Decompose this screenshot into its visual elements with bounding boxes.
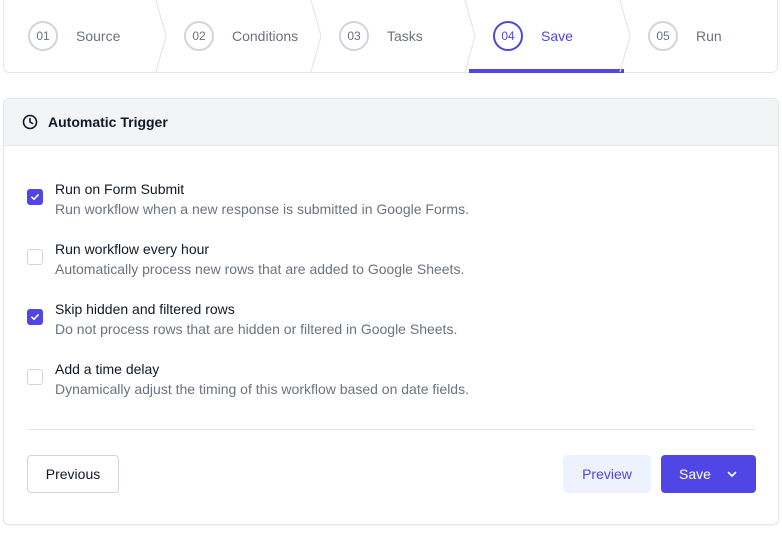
step-run[interactable]: 05 Run <box>624 0 779 72</box>
option-checkbox[interactable] <box>27 369 43 385</box>
step-label: Source <box>76 28 121 44</box>
check-icon <box>30 313 39 321</box>
option-description: Run workflow when a new response is subm… <box>55 201 469 217</box>
step-number: 05 <box>648 21 678 51</box>
step-save[interactable]: 04 Save <box>469 0 624 73</box>
option-checkbox[interactable] <box>27 249 43 265</box>
option-title: Run on Form Submit <box>55 181 185 197</box>
option-title: Add a time delay <box>55 361 160 377</box>
step-separator-icon <box>154 0 168 72</box>
card-title: Automatic Trigger <box>48 114 168 130</box>
automatic-trigger-card: Automatic Trigger Run on Form Submit Run… <box>3 98 779 525</box>
step-label: Conditions <box>232 28 299 44</box>
option-title: Skip hidden and filtered rows <box>55 301 235 317</box>
previous-button[interactable]: Previous <box>27 455 119 493</box>
step-source[interactable]: 01 Source <box>4 0 160 72</box>
step-label: Save <box>541 28 573 44</box>
option-checkbox[interactable] <box>27 309 43 325</box>
check-icon <box>30 193 39 201</box>
option-add-time-delay[interactable]: Add a time delay Dynamically adjust the … <box>27 361 727 401</box>
step-separator-icon <box>618 0 632 72</box>
option-description: Do not process rows that are hidden or f… <box>55 321 458 337</box>
step-label: Run <box>696 28 722 44</box>
card-header: Automatic Trigger <box>4 99 778 146</box>
step-number: 04 <box>493 21 523 51</box>
step-separator-icon <box>309 0 323 72</box>
save-button-label: Save <box>679 466 711 482</box>
option-description: Automatically process new rows that are … <box>55 261 465 277</box>
step-number: 02 <box>184 21 214 51</box>
step-number: 01 <box>28 21 58 51</box>
step-label: Tasks <box>387 28 423 44</box>
step-conditions[interactable]: 02 Conditions <box>160 0 315 72</box>
step-separator-icon <box>463 0 477 72</box>
clock-icon <box>22 114 38 130</box>
option-title: Run workflow every hour <box>55 241 210 257</box>
step-tasks[interactable]: 03 Tasks <box>315 0 469 72</box>
option-run-every-hour[interactable]: Run workflow every hour Automatically pr… <box>27 241 727 281</box>
option-run-on-form-submit[interactable]: Run on Form Submit Run workflow when a n… <box>27 181 727 221</box>
save-button[interactable]: Save <box>661 455 756 493</box>
step-number: 03 <box>339 21 369 51</box>
option-skip-hidden-rows[interactable]: Skip hidden and filtered rows Do not pro… <box>27 301 727 341</box>
option-description: Dynamically adjust the timing of this wo… <box>55 381 469 397</box>
wizard-stepper: 01 Source 02 Conditions 03 Tasks 04 Save… <box>3 0 778 73</box>
footer-divider <box>27 429 755 430</box>
preview-button[interactable]: Preview <box>563 455 651 493</box>
chevron-down-icon[interactable] <box>726 468 738 480</box>
option-checkbox[interactable] <box>27 189 43 205</box>
